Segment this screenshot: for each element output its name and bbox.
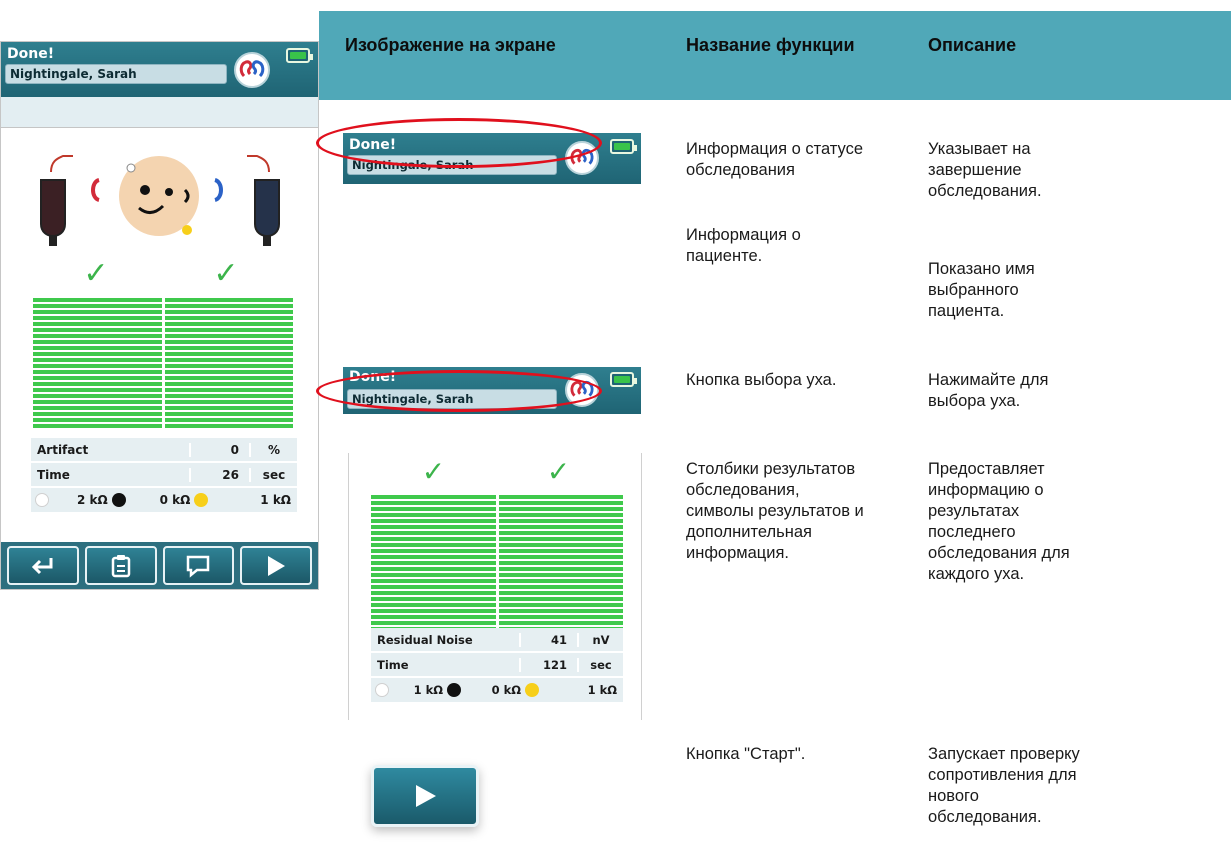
return-icon	[31, 557, 53, 574]
description-start: Запускает проверку сопротивления для нов…	[928, 745, 1080, 826]
start-button[interactable]	[371, 765, 479, 827]
residual-noise-row: Residual Noise 41 nV	[371, 628, 623, 653]
black-electrode-dot	[111, 493, 126, 507]
patient-name-field: Nightingale, Sarah	[5, 64, 227, 84]
play-icon	[416, 785, 436, 807]
black-electrode-dot	[447, 683, 461, 697]
col-header-function: Название функции	[686, 35, 855, 55]
right-ear-result-bar	[498, 495, 623, 631]
time-row: Time 121 sec	[371, 653, 623, 678]
report-button[interactable]	[84, 546, 157, 585]
description-status: Указывает на завершение обследования.	[928, 140, 1042, 200]
yellow-electrode-dot	[194, 493, 209, 507]
battery-icon	[286, 48, 313, 63]
col-header-screen: Изображение на экране	[345, 35, 556, 55]
device-toolbar	[1, 542, 318, 589]
highlight-oval-ear	[316, 370, 602, 412]
white-electrode-dot	[375, 683, 389, 697]
left-ear-result-bar	[371, 495, 496, 631]
device-header: Done! Nightingale, Sarah	[1, 42, 318, 97]
function-start: Кнопка "Старт".	[686, 745, 806, 763]
result-area: ✓ ✓ Artifact 0 % Time 26 sec 2 kΩ 0 kΩ 1…	[1, 127, 318, 537]
baby-with-probes-illustration	[40, 155, 280, 246]
battery-icon	[610, 372, 637, 387]
info-table: Artifact 0 % Time 26 sec 2 kΩ 0 kΩ 1 kΩ	[31, 438, 297, 512]
clipboard-icon	[111, 554, 130, 577]
result-snippet: ✓ ✓ Residual Noise 41 nV Time 121 sec 1 …	[348, 453, 642, 720]
description-results: Предоставляет информацию о результатах п…	[928, 460, 1070, 583]
device-screen: Done! Nightingale, Sarah ✓ ✓ Artifact 0 …	[0, 41, 319, 590]
function-results: Столбики результатов обследования, симво…	[686, 460, 864, 562]
col-header-description: Описание	[928, 35, 1017, 55]
left-pass-check-icon: ✓	[83, 257, 109, 290]
impedance-row: 2 kΩ 0 kΩ 1 kΩ	[31, 488, 297, 512]
left-pass-check-icon: ✓	[421, 456, 446, 487]
function-patient: Информация о пациенте.	[686, 226, 801, 265]
white-electrode-dot	[35, 493, 49, 507]
info-table: Residual Noise 41 nV Time 121 sec 1 kΩ 0…	[371, 628, 623, 702]
result-checks: ✓ ✓	[31, 256, 291, 291]
artifact-row: Artifact 0 %	[31, 438, 297, 463]
start-button-small[interactable]	[240, 546, 312, 585]
function-status: Информация о статусе обследования	[686, 140, 864, 179]
ear-select-button[interactable]	[234, 52, 270, 88]
time-row: Time 26 sec	[31, 463, 297, 488]
speech-bubble-icon	[187, 555, 210, 578]
yellow-electrode-dot	[525, 683, 539, 697]
right-pass-check-icon: ✓	[213, 257, 239, 290]
device-subbar	[1, 97, 318, 127]
description-ear-select: Нажимайте для выбора уха.	[928, 371, 1049, 410]
status-text: Done!	[7, 46, 55, 62]
right-ear-result-bar	[164, 298, 293, 429]
result-bars	[371, 495, 623, 631]
battery-icon	[610, 139, 637, 154]
left-ear-result-bar	[33, 298, 162, 429]
ear-icon	[239, 60, 265, 78]
highlight-oval-status	[316, 118, 602, 168]
description-patient: Показано имя выбранного пациента.	[928, 260, 1035, 320]
result-bars	[33, 298, 293, 429]
impedance-row: 1 kΩ 0 kΩ 1 kΩ	[371, 678, 623, 702]
play-icon	[268, 555, 286, 576]
function-ear-select: Кнопка выбора уха.	[686, 371, 837, 389]
comment-button[interactable]	[162, 546, 235, 585]
back-button[interactable]	[7, 546, 79, 585]
right-pass-check-icon: ✓	[546, 456, 571, 487]
